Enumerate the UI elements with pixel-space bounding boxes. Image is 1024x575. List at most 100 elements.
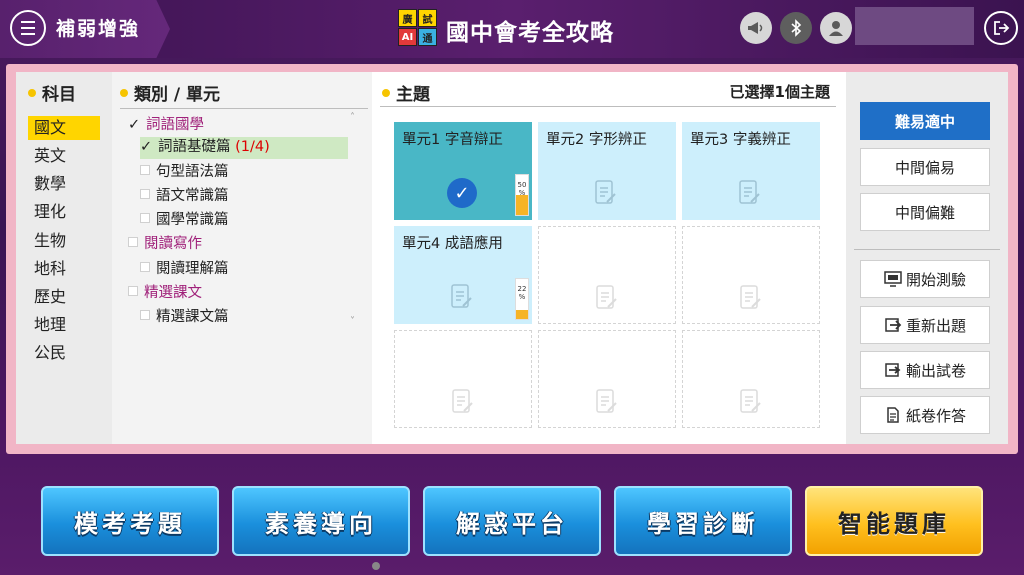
topic-tile[interactable]: 單元2 字形辨正 — [538, 122, 676, 220]
unit-row-child[interactable]: 句型語法篇 — [140, 162, 229, 182]
action-column: 難易適中 中間偏易 中間偏難 開始測驗 重新出題 輸出試卷 紙卷作答 — [846, 72, 1008, 444]
difficulty-balanced-button[interactable]: 難易適中 — [860, 102, 990, 140]
paper-answer-button[interactable]: 紙卷作答 — [860, 396, 990, 434]
page-indicator-dot — [372, 562, 380, 570]
subject-item-math[interactable]: 數學 — [28, 172, 100, 196]
regenerate-label: 重新出題 — [905, 316, 966, 335]
subject-item-history[interactable]: 歷史 — [28, 285, 100, 309]
topic-tile-empty — [682, 330, 820, 428]
difficulty-harder-button[interactable]: 中間偏難 — [860, 193, 990, 231]
section-title: 補弱增強 — [56, 18, 141, 40]
logo-char-3: AI — [398, 28, 417, 46]
start-test-button[interactable]: 開始測驗 — [860, 260, 990, 298]
unit-heading: 類別 / 單元 — [120, 80, 220, 105]
document-edit-icon — [596, 285, 617, 309]
topic-tile-empty — [538, 330, 676, 428]
subject-item-geography[interactable]: 地理 — [28, 313, 100, 337]
nav-diagnosis-button[interactable]: 學習診斷 — [614, 486, 792, 556]
difficulty-easier-button[interactable]: 中間偏易 — [860, 148, 990, 186]
topic-progress-bar: 22 % — [515, 278, 529, 320]
profile-button[interactable] — [820, 12, 852, 44]
subject-heading-label: 科目 — [42, 85, 76, 105]
checkbox[interactable] — [128, 237, 138, 247]
subject-item-physics-chemistry[interactable]: 理化 — [28, 200, 100, 224]
unit-row-parent[interactable]: 精選課文 — [128, 283, 202, 303]
checkbox[interactable] — [140, 262, 150, 272]
announcement-button[interactable] — [740, 12, 772, 44]
progress-percent: 50 % — [517, 181, 527, 197]
divider — [380, 106, 836, 107]
document-edit-icon — [740, 285, 761, 309]
logout-icon — [994, 21, 1010, 35]
document-edit-icon — [739, 180, 760, 204]
top-bar: 補弱增強 廣 試 AI 通 國中會考全攻略 — [0, 0, 1024, 58]
main-panel: 科目 國文 英文 數學 理化 生物 地科 歷史 地理 公民 類別 / 單元 ˄ … — [16, 72, 1008, 444]
unit-heading-label: 類別 / 單元 — [134, 85, 221, 105]
menu-button[interactable] — [10, 10, 46, 46]
topic-tile[interactable]: 單元3 字義辨正 — [682, 122, 820, 220]
bullet-icon — [28, 89, 36, 97]
unit-row-child[interactable]: 閱讀理解篇 — [140, 259, 229, 279]
bullet-icon — [382, 89, 390, 97]
unit-label: 語文常識篇 — [156, 188, 229, 204]
user-name-box — [855, 7, 974, 45]
megaphone-icon — [748, 22, 763, 34]
start-test-label: 開始測驗 — [905, 270, 966, 289]
export-paper-button[interactable]: 輸出試卷 — [860, 351, 990, 389]
topic-tile-name: 單元2 字形辨正 — [546, 132, 647, 148]
topic-tile-name: 單元4 成語應用 — [402, 236, 503, 252]
subject-item-chinese[interactable]: 國文 — [28, 116, 100, 140]
checkbox[interactable] — [140, 213, 150, 223]
document-edit-icon — [740, 389, 761, 413]
unit-label: 句型語法篇 — [156, 164, 229, 180]
checkbox[interactable] — [128, 286, 138, 296]
topic-tile[interactable]: 單元4 成語應用 22 % — [394, 226, 532, 324]
document-edit-icon — [595, 180, 616, 204]
unit-row-parent[interactable]: 閱讀寫作 — [128, 234, 202, 254]
unit-label: 詞語基礎篇 — [158, 139, 231, 155]
scroll-up-icon[interactable]: ˄ — [350, 112, 355, 123]
subject-item-earth-science[interactable]: 地科 — [28, 257, 100, 281]
subject-column: 科目 國文 英文 數學 理化 生物 地科 歷史 地理 公民 — [16, 72, 112, 444]
unit-label: 精選課文 — [144, 285, 202, 301]
subject-item-biology[interactable]: 生物 — [28, 229, 100, 253]
monitor-icon — [884, 271, 902, 287]
unit-row-child[interactable]: 國學常識篇 — [140, 210, 229, 230]
bullet-icon — [120, 89, 128, 97]
topic-column: 主題 已選擇1個主題 單元1 字音辯正 ✓ 50 % 單元2 字形辨正 單元3 … — [372, 72, 844, 444]
nav-literacy-button[interactable]: 素養導向 — [232, 486, 410, 556]
export-icon — [885, 363, 901, 377]
scroll-down-icon[interactable]: ˅ — [350, 316, 355, 327]
unit-row-child[interactable]: 精選課文篇 — [140, 307, 229, 327]
document-edit-icon — [596, 389, 617, 413]
checkbox[interactable] — [140, 165, 150, 175]
checkbox[interactable] — [140, 189, 150, 199]
unit-progress-count: (1/4) — [235, 139, 270, 155]
divider — [854, 249, 1000, 250]
subject-item-english[interactable]: 英文 — [28, 144, 100, 168]
regenerate-button[interactable]: 重新出題 — [860, 306, 990, 344]
checkbox[interactable] — [140, 310, 150, 320]
unit-label: 精選課文篇 — [156, 309, 229, 325]
topic-tile-empty — [538, 226, 676, 324]
logo-char-2: 試 — [418, 9, 437, 27]
progress-fill — [516, 310, 528, 319]
nav-question-bank-button[interactable]: 智能題庫 — [805, 486, 983, 556]
app-logo: 廣 試 AI 通 — [398, 9, 438, 47]
subject-item-civics[interactable]: 公民 — [28, 341, 100, 365]
nav-qa-platform-button[interactable]: 解惑平台 — [423, 486, 601, 556]
logout-button[interactable] — [984, 11, 1018, 45]
user-icon — [829, 21, 843, 36]
unit-label: 閱讀寫作 — [144, 236, 202, 252]
nav-mock-exam-button[interactable]: 模考考題 — [41, 486, 219, 556]
topic-tile-name: 單元1 字音辯正 — [402, 132, 503, 148]
document-edit-icon — [452, 389, 473, 413]
logo-char-4: 通 — [418, 28, 437, 46]
topic-tile[interactable]: 單元1 字音辯正 ✓ 50 % — [394, 122, 532, 220]
unit-row-child[interactable]: 語文常識篇 — [140, 186, 229, 206]
unit-row-parent[interactable]: ✓ 詞語國學 — [128, 115, 204, 135]
bluetooth-button[interactable] — [780, 12, 812, 44]
unit-row-child[interactable]: ✓ 詞語基礎篇 (1/4) — [140, 137, 348, 159]
check-icon: ✓ — [128, 117, 141, 133]
subject-heading: 科目 — [28, 80, 76, 105]
